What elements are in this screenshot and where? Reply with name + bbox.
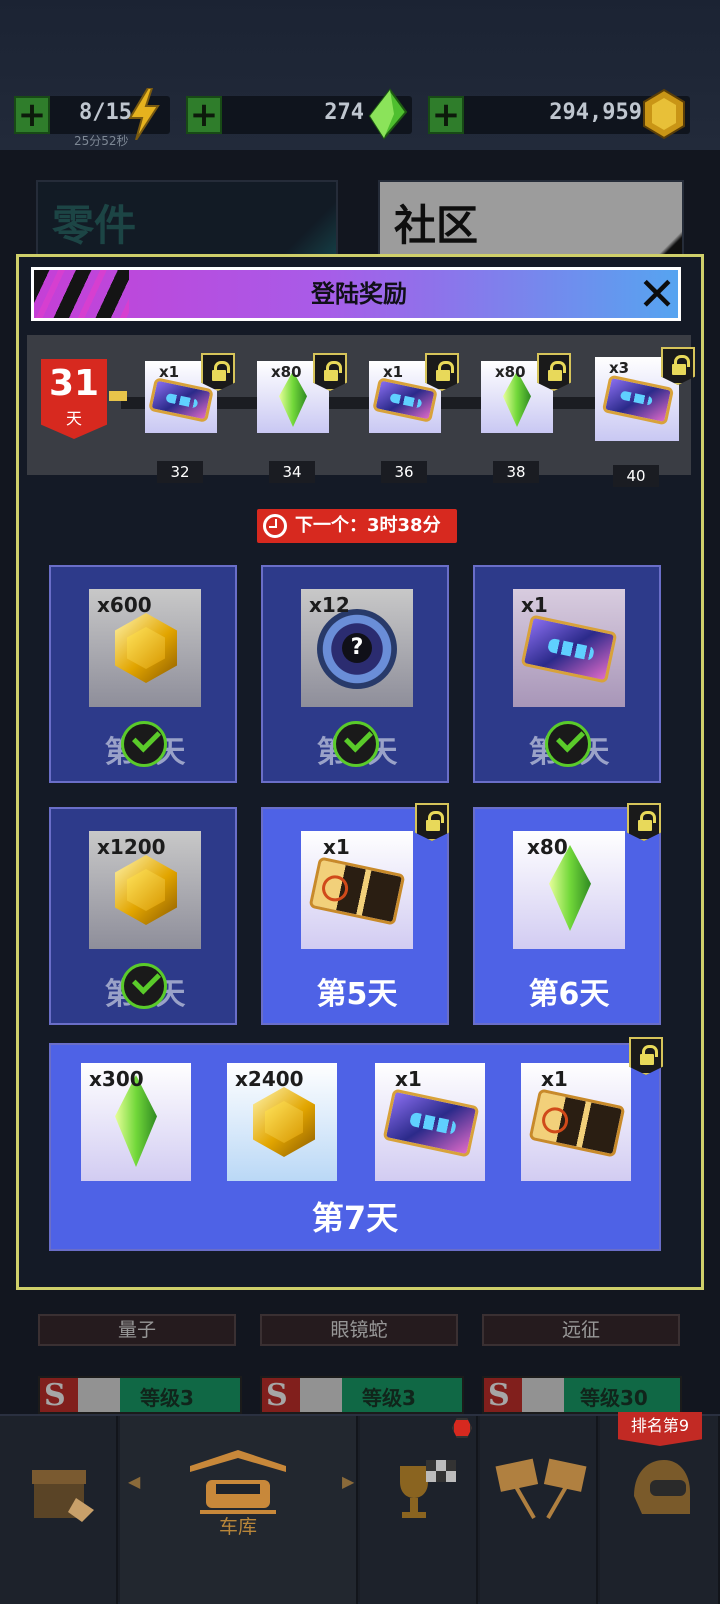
add-energy-button[interactable]: + bbox=[14, 96, 50, 134]
day-3-card[interactable]: x1 第3天 bbox=[473, 565, 661, 783]
mystery-box-icon: ? bbox=[317, 609, 397, 689]
milestone-day: 38 bbox=[493, 461, 539, 483]
energy-refill-timer: 25分52秒 bbox=[74, 134, 129, 148]
reward-item-box: x1 bbox=[375, 1063, 485, 1181]
milestone-qty: x3 bbox=[609, 359, 630, 377]
blue-card-icon bbox=[520, 614, 618, 684]
next-reward-timer: 下一个：3时38分 bbox=[257, 509, 457, 543]
milestone-day: 36 bbox=[381, 461, 427, 483]
reward-qty: x12 bbox=[309, 593, 350, 617]
gems-meter: + 274 bbox=[186, 88, 412, 140]
gold-coin-icon bbox=[115, 855, 177, 925]
close-icon[interactable]: ✕ bbox=[634, 271, 678, 318]
blue-card-icon bbox=[382, 1088, 480, 1158]
helmet-icon bbox=[634, 1460, 690, 1514]
chevron-right-icon[interactable]: ▶ bbox=[342, 1472, 354, 1491]
rank-badge: 排名第9 bbox=[618, 1412, 702, 1446]
milestone-qty: x80 bbox=[495, 363, 526, 381]
checkered-flags-icon bbox=[495, 1458, 587, 1519]
reward-item-box: x600 bbox=[89, 589, 201, 707]
gold-hex-coin-icon bbox=[643, 88, 685, 140]
current-day-badge: 31 天 bbox=[41, 359, 107, 439]
milestone-strip: 31 天 x1 32 x80 34 x1 36 x80 38 x3 40 bbox=[27, 335, 695, 487]
green-gem-icon bbox=[368, 88, 408, 140]
modal-title: 登陆奖励 bbox=[311, 280, 407, 308]
shop-icon bbox=[32, 1470, 94, 1522]
reward-qty: x2400 bbox=[235, 1067, 304, 1091]
current-day-unit: 天 bbox=[65, 409, 82, 428]
login-reward-modal: 登陆奖励 ✕ 31 天 x1 32 x80 34 x1 36 x80 38 x3… bbox=[16, 254, 704, 1290]
reward-qty: x600 bbox=[97, 593, 152, 617]
garage-icon bbox=[190, 1450, 286, 1514]
modal-header: 登陆奖励 ✕ bbox=[31, 267, 681, 321]
milestone-day: 32 bbox=[157, 461, 203, 483]
day-1-card[interactable]: x600 第1天 bbox=[49, 565, 237, 783]
chevron-left-icon[interactable]: ◀ bbox=[128, 1472, 140, 1491]
reward-qty: x1 bbox=[541, 1067, 568, 1091]
reward-item-box: x1 bbox=[521, 1063, 631, 1181]
milestone-day: 40 bbox=[613, 465, 659, 487]
reward-item-box: x1 bbox=[301, 831, 413, 949]
day-6-card[interactable]: x80 第6天 bbox=[473, 803, 661, 1025]
gems-value: 274 bbox=[324, 100, 364, 125]
day-4-card[interactable]: x1200 第4天 bbox=[49, 807, 237, 1025]
next-timer-text: 下一个：3时38分 bbox=[295, 515, 441, 536]
reward-qty: x300 bbox=[89, 1067, 144, 1091]
day-5-card[interactable]: x1 第5天 bbox=[261, 803, 449, 1025]
energy-meter: + 8/15 25分52秒 bbox=[14, 88, 170, 148]
bottom-nav: ◀ 车库 ▶ bbox=[0, 1414, 720, 1604]
orange-card-icon bbox=[308, 856, 406, 926]
reward-item-box: x80 bbox=[513, 831, 625, 949]
day-7-card[interactable]: x300 x2400 x1 x1 第7天 bbox=[49, 1037, 663, 1251]
reward-qty: x1200 bbox=[97, 835, 166, 859]
reward-qty: x1 bbox=[521, 593, 548, 617]
day-label: 第6天 bbox=[528, 977, 610, 1012]
reward-qty: x1 bbox=[395, 1067, 422, 1091]
milestone-qty: x1 bbox=[159, 363, 180, 381]
milestone-day: 34 bbox=[269, 461, 315, 483]
coins-value: 294,959 bbox=[549, 100, 642, 125]
gold-coin-icon bbox=[253, 1087, 315, 1157]
nav-events[interactable] bbox=[360, 1416, 478, 1604]
reward-item-box: x1 bbox=[513, 589, 625, 707]
nav-shop[interactable] bbox=[0, 1416, 118, 1604]
orange-card-icon bbox=[528, 1088, 626, 1158]
reward-qty: x80 bbox=[527, 835, 568, 859]
garage-label: 车库 bbox=[218, 1516, 257, 1538]
lock-icon bbox=[627, 803, 661, 841]
reward-item-box: x1200 bbox=[89, 831, 201, 949]
checkmark-icon bbox=[121, 963, 167, 1009]
milestone-qty: x1 bbox=[383, 363, 404, 381]
reward-item-box: x300 bbox=[81, 1063, 191, 1181]
day-2-card[interactable]: ? x12 第2天 bbox=[261, 565, 449, 783]
reward-qty: x1 bbox=[323, 835, 350, 859]
reward-item-box: x2400 bbox=[227, 1063, 337, 1181]
blue-card-icon bbox=[601, 374, 675, 426]
progress-marker bbox=[109, 391, 127, 401]
current-day-number: 31 bbox=[48, 363, 100, 404]
checkmark-icon bbox=[333, 721, 379, 767]
nav-garage[interactable]: ◀ 车库 ▶ bbox=[120, 1416, 358, 1604]
lock-icon bbox=[415, 803, 449, 841]
nav-race[interactable] bbox=[480, 1416, 598, 1604]
clock-icon bbox=[263, 514, 287, 538]
checkmark-icon bbox=[545, 721, 591, 767]
coins-meter: + 294,959 bbox=[428, 88, 690, 140]
add-coins-button[interactable]: + bbox=[428, 96, 464, 134]
checkmark-icon bbox=[121, 721, 167, 767]
milestone-qty: x80 bbox=[271, 363, 302, 381]
gold-coin-icon bbox=[115, 613, 177, 683]
reward-item-box: ? x12 bbox=[301, 589, 413, 707]
add-gems-button[interactable]: + bbox=[186, 96, 222, 134]
day-label: 第5天 bbox=[316, 977, 398, 1012]
lock-icon bbox=[629, 1037, 663, 1075]
day-label: 第7天 bbox=[311, 1199, 399, 1237]
lightning-icon bbox=[128, 88, 160, 140]
trophy-flag-icon bbox=[400, 1460, 456, 1518]
